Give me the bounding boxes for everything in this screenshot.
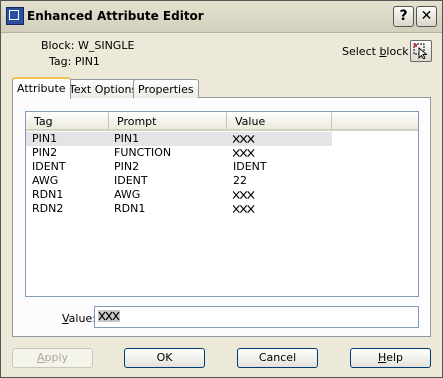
attribute-list[interactable]: Tag Prompt Value PIN1 PIN1 PIN2 FUNCTION IDE… <box>25 111 419 297</box>
cell-prompt: AWG <box>114 188 141 201</box>
tab-attribute[interactable]: Attribute <box>12 77 71 99</box>
column-header-tag[interactable]: Tag <box>26 112 109 131</box>
cell-value: 22 <box>233 174 247 187</box>
cell-value <box>233 146 255 160</box>
cell-prompt: IDENT <box>114 174 148 187</box>
tag-name: PIN1 <box>74 55 100 68</box>
cell-prompt: PIN1 <box>114 132 140 145</box>
tab-text-options[interactable]: Text Options <box>64 79 143 98</box>
attribute-editor-icon <box>6 7 24 25</box>
cell-prompt: FUNCTION <box>114 146 172 159</box>
help-title-button[interactable]: ? <box>393 6 414 27</box>
block-label: Block: <box>41 39 75 52</box>
window-title: Enhanced Attribute Editor <box>27 9 204 23</box>
attribute-list-header: Tag Prompt Value <box>26 112 418 131</box>
close-button[interactable]: ✕ <box>416 6 437 27</box>
table-row[interactable]: RDN2 RDN1 <box>26 202 418 216</box>
table-row[interactable]: IDENT PIN2 IDENT <box>26 160 418 174</box>
value-label: Value: <box>62 312 96 325</box>
cell-tag: RDN2 <box>32 202 64 215</box>
xxx-glyph-icon <box>98 310 120 322</box>
help-button[interactable]: Help <box>350 348 431 368</box>
table-row[interactable]: PIN2 FUNCTION <box>26 146 418 160</box>
cell-value <box>233 202 255 216</box>
cell-tag: PIN1 <box>32 132 58 145</box>
tag-label: Tag: <box>49 55 72 68</box>
table-row[interactable]: AWG IDENT 22 <box>26 174 418 188</box>
cancel-button[interactable]: Cancel <box>237 348 318 368</box>
tag-info: Tag: PIN1 <box>49 55 100 68</box>
table-row[interactable]: PIN1 PIN1 <box>26 132 418 146</box>
cell-prompt: RDN1 <box>114 202 146 215</box>
value-input[interactable] <box>94 306 419 328</box>
cell-tag: PIN2 <box>32 146 58 159</box>
table-row[interactable]: RDN1 AWG <box>26 188 418 202</box>
cell-value <box>233 132 255 146</box>
cell-prompt: PIN2 <box>114 160 140 173</box>
pick-arrow-icon <box>413 43 428 59</box>
column-header-prompt[interactable]: Prompt <box>109 112 227 131</box>
title-bar[interactable]: Enhanced Attribute Editor ? ✕ <box>1 1 442 33</box>
select-block-button[interactable] <box>410 40 432 62</box>
block-info: Block: W_SINGLE <box>41 39 134 52</box>
question-mark-icon: ? <box>399 8 408 24</box>
block-name: W_SINGLE <box>77 39 135 52</box>
close-icon: ✕ <box>420 8 433 24</box>
cell-tag: IDENT <box>32 160 66 173</box>
enhanced-attribute-editor-window: Enhanced Attribute Editor ? ✕ Block: W_S… <box>0 0 443 378</box>
select-block-label: Select block <box>342 45 409 58</box>
cell-value <box>233 188 255 202</box>
apply-button[interactable]: Apply <box>12 348 93 368</box>
cell-tag: AWG <box>32 174 59 187</box>
cell-value: IDENT <box>233 160 267 173</box>
tab-properties[interactable]: Properties <box>133 79 199 98</box>
column-header-value[interactable]: Value <box>227 112 332 131</box>
column-header-filler <box>332 112 418 131</box>
cell-tag: RDN1 <box>32 188 64 201</box>
ok-button[interactable]: OK <box>124 348 205 368</box>
